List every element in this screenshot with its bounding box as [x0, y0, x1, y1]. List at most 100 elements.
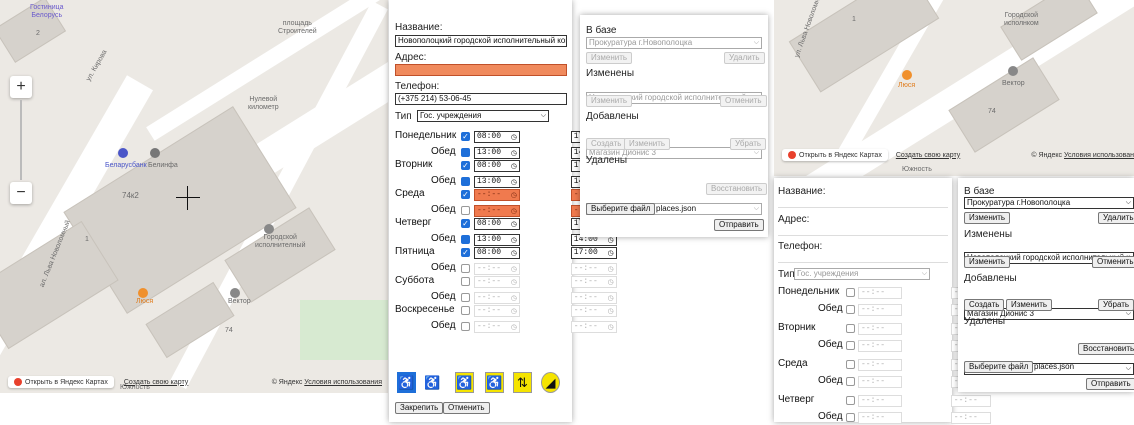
edit-base-button[interactable]: Изменить: [586, 52, 633, 64]
open-time-input[interactable]: --:-- ◷: [474, 305, 520, 317]
day-checkbox[interactable]: ✓: [461, 219, 470, 228]
restore-button[interactable]: Восстановить: [706, 183, 768, 195]
day-checkbox[interactable]: ✓: [461, 161, 470, 170]
lunch-checkbox[interactable]: [461, 235, 470, 244]
lunch-checkbox[interactable]: [461, 322, 470, 331]
lunch-start-input-2[interactable]: --:--: [858, 340, 902, 352]
open-time-input-2[interactable]: --:--: [858, 359, 902, 371]
day-checkbox-2[interactable]: [846, 324, 855, 333]
lunch-start-input[interactable]: 13:00 ◷: [474, 234, 520, 246]
day-checkbox[interactable]: ✓: [461, 132, 470, 141]
close-time-input[interactable]: --:-- ◷: [570, 276, 617, 288]
choose-file-button[interactable]: Выберите файл: [586, 203, 656, 215]
revert-button[interactable]: Отменить: [720, 95, 767, 107]
wheelchair-yellow-icon[interactable]: ♿: [455, 372, 474, 393]
open-time-input[interactable]: 08:00 ◷: [474, 218, 520, 230]
create-button[interactable]: Создать: [586, 138, 627, 150]
type-select[interactable]: Гос. учреждения: [417, 110, 549, 122]
elevator-icon[interactable]: ⇅: [513, 372, 532, 393]
address-input[interactable]: [395, 64, 567, 76]
day-checkbox[interactable]: ✓: [461, 190, 470, 199]
poi2-food-icon[interactable]: [902, 70, 912, 80]
open-time-input[interactable]: --:-- ◷: [474, 276, 520, 288]
address-input-2[interactable]: [778, 226, 948, 236]
map-left[interactable]: Гостиница Белорусь площадь Строителей ул…: [0, 0, 388, 393]
delete-button[interactable]: Удалить: [724, 52, 765, 64]
lunch-start-input[interactable]: --:-- ◷: [474, 263, 520, 275]
zoom-out-button[interactable]: −: [10, 182, 32, 204]
type-select-2[interactable]: Гос. учреждения: [794, 268, 930, 280]
delete-button-2[interactable]: Удалить: [1098, 212, 1134, 224]
lunch-start-input[interactable]: --:-- ◷: [474, 205, 520, 217]
day-checkbox-2[interactable]: [846, 360, 855, 369]
zoom-slider[interactable]: [20, 100, 22, 180]
day-checkbox-2[interactable]: [846, 288, 855, 297]
lunch-checkbox-2[interactable]: [846, 341, 855, 350]
lunch-end-input-2[interactable]: --:--: [950, 412, 991, 424]
lunch-checkbox[interactable]: [461, 177, 470, 186]
lunch-start-input[interactable]: --:-- ◷: [474, 321, 520, 333]
create-map-link-2[interactable]: Создать свою карту: [896, 152, 960, 159]
day-checkbox[interactable]: ✓: [461, 248, 470, 257]
day-checkbox[interactable]: [461, 306, 470, 315]
edit-changed-button-2[interactable]: Изменить: [964, 256, 1011, 268]
phone-input-2[interactable]: [778, 253, 948, 263]
close-time-input-2[interactable]: --:--: [950, 395, 991, 407]
lunch-start-input[interactable]: --:-- ◷: [474, 292, 520, 304]
create-button-2[interactable]: Создать: [964, 299, 1005, 311]
poi-bank-icon[interactable]: [118, 148, 128, 158]
revert-button-2[interactable]: Отменить: [1092, 256, 1134, 268]
create-map-link[interactable]: Создать свою карту: [124, 379, 188, 386]
lunch-start-input[interactable]: 13:00 ◷: [474, 147, 520, 159]
open-time-input[interactable]: 08:00 ◷: [474, 131, 520, 143]
restore-button-2[interactable]: Восстановить: [1078, 343, 1134, 355]
name-input-2[interactable]: [778, 198, 948, 208]
open-time-input[interactable]: 08:00 ◷: [474, 160, 520, 172]
lunch-checkbox[interactable]: [461, 293, 470, 302]
close-time-input[interactable]: 17:00 ◷: [570, 247, 617, 259]
zoom-in-button[interactable]: +: [10, 76, 32, 98]
phone-input[interactable]: (+375 214) 53-06-45: [395, 93, 567, 105]
poi-exec-icon[interactable]: [264, 224, 274, 234]
map-right[interactable]: 1 Городской исполнком Люся Вектор 74 ул.…: [774, 0, 1134, 176]
open-time-input[interactable]: 08:00 ◷: [474, 247, 520, 259]
edit-added-button-2[interactable]: Изменить: [1006, 299, 1053, 311]
send-button[interactable]: Отправить: [714, 219, 764, 231]
lunch-checkbox[interactable]: [461, 264, 470, 273]
choose-file-button-2[interactable]: Выберите файл: [964, 361, 1034, 373]
send-button-2[interactable]: Отправить: [1086, 378, 1134, 390]
wheelchair-blue-icon[interactable]: ♿: [397, 372, 416, 393]
lunch-checkbox-2[interactable]: [846, 413, 855, 422]
open-time-input[interactable]: --:-- ◷: [474, 189, 520, 201]
ramp-icon[interactable]: ◢: [541, 372, 560, 393]
terms-link-2[interactable]: Условия использован: [1064, 152, 1134, 159]
lunch-start-input[interactable]: 13:00 ◷: [474, 176, 520, 188]
poi-shop-icon[interactable]: [150, 148, 160, 158]
in-base-select[interactable]: Прокуратура г.Новополоцка: [586, 37, 762, 49]
close-time-input[interactable]: --:-- ◷: [570, 305, 617, 317]
remove-button[interactable]: Убрать: [730, 138, 767, 150]
lunch-checkbox[interactable]: [461, 206, 470, 215]
cancel-button[interactable]: Отменить: [443, 402, 490, 414]
open-time-input-2[interactable]: --:--: [858, 395, 902, 407]
remove-button-2[interactable]: Убрать: [1098, 299, 1134, 311]
open-yandex-button-2[interactable]: Открыть в Яндекс Картах: [782, 149, 888, 161]
edit-changed-button[interactable]: Изменить: [586, 95, 633, 107]
open-yandex-button[interactable]: Открыть в Яндекс Картах: [8, 376, 114, 388]
lunch-end-input[interactable]: --:-- ◷: [570, 321, 617, 333]
day-checkbox-2[interactable]: [846, 396, 855, 405]
wheelchair-yellow2-icon[interactable]: ♿: [485, 372, 504, 393]
lunch-checkbox-2[interactable]: [846, 305, 855, 314]
lunch-start-input-2[interactable]: --:--: [858, 412, 902, 424]
wheelchair-outline-icon[interactable]: ♿: [423, 372, 442, 393]
pin-button[interactable]: Закрепить: [395, 402, 444, 414]
lunch-checkbox[interactable]: [461, 148, 470, 157]
edit-added-button[interactable]: Изменить: [624, 138, 671, 150]
open-time-input-2[interactable]: --:--: [858, 323, 902, 335]
poi-vektor-icon[interactable]: [230, 288, 240, 298]
open-time-input-2[interactable]: --:--: [858, 287, 902, 299]
lunch-end-input[interactable]: --:-- ◷: [570, 292, 617, 304]
day-checkbox[interactable]: [461, 277, 470, 286]
terms-link[interactable]: Условия использования: [304, 379, 382, 386]
lunch-start-input-2[interactable]: --:--: [858, 304, 902, 316]
